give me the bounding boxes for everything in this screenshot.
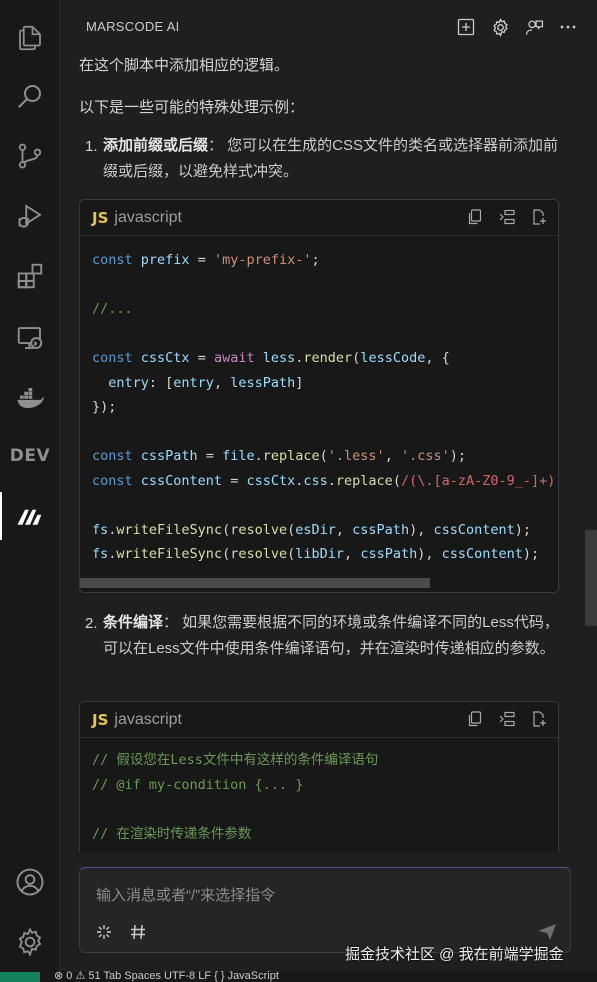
panel-header: MARSCODE AI [61,0,597,52]
code-line: entry: [entry, lessPath] [108,374,304,391]
code-line: const cssCtx = await less.render(lessCod… [92,350,450,366]
code-line: fs.writeFileSync(resolve(esDir, cssPath)… [92,521,532,538]
marscode-icon[interactable] [0,492,60,540]
hash-icon[interactable] [128,922,148,942]
settings-icon[interactable] [489,16,511,38]
list-item-title: 条件编译 [103,614,164,631]
chat-input-placeholder: 输入消息或者“/”来选择指令 [96,887,276,904]
code-language: javascript [114,710,182,728]
code-line: // @if my-condition {... } [92,776,304,793]
run-debug-icon[interactable] [0,192,60,240]
copy-icon[interactable] [466,208,484,226]
list-number: 1. [85,138,98,155]
status-bar: ⊗ 0 ⚠ 51 Tab Spaces UTF-8 LF { } JavaScr… [0,970,597,982]
new-chat-icon[interactable] [455,16,477,38]
code-block: JS javascript const prefix = 'my-prefix-… [79,199,559,593]
code-line: const cssContent = cssCtx.css.replace(/(… [92,472,556,489]
code-block: JS javascript // 假设您在Less文件中有这样的条件编译语句//… [79,701,559,852]
code-line: // 假设您在Less文件中有这样的条件编译语句 [92,752,379,768]
insert-icon[interactable] [498,710,516,728]
code-block-header: JS javascript [80,200,558,236]
list-item-title: 添加前缀或后缀 [103,137,209,154]
code-block-header: JS javascript [80,702,558,738]
remote-indicator[interactable] [0,972,40,982]
manage-gear-icon[interactable] [0,918,60,966]
new-file-icon[interactable] [530,710,548,728]
code-line: //... [92,301,133,317]
code-line: const prefix = 'my-prefix-'; [92,252,320,268]
chat-input[interactable]: 输入消息或者“/”来选择指令 [79,867,571,953]
list-item-text: ： 如果您需要根据不同的环境或条件编译不同的Less代码，可以在Less文件中使… [103,614,559,657]
code-body: // 假设您在Less文件中有这样的条件编译语句 // @if my-condit… [80,738,558,846]
list-item: 条件编译： 如果您需要根据不同的环境或条件编译不同的Less代码，可以在Less… [103,610,561,662]
code-language: javascript [114,208,182,226]
marscode-panel: MARSCODE AI 在这个脚本中添加相应的逻辑。 以下是一些可能的特殊处理示… [61,0,597,972]
extensions-icon[interactable] [0,252,60,300]
copy-icon[interactable] [466,710,484,728]
js-icon: JS [92,710,109,729]
js-icon: JS [92,208,109,227]
remote-explorer-icon[interactable] [0,314,60,362]
examples-text: 以下是一些可能的特殊处理示例： [79,99,305,116]
chat-content: 在这个脚本中添加相应的逻辑。 以下是一些可能的特殊处理示例： 1. 添加前缀或后… [61,52,597,852]
more-icon[interactable] [557,16,579,38]
list-number: 2. [85,615,98,632]
files-icon[interactable] [0,14,60,62]
panel-title: MARSCODE AI [86,18,180,34]
watermark: 掘金技术社区 @ 我在前端学掘金 [345,946,564,963]
dev-icon[interactable]: DEV [0,432,60,480]
code-line: fs.writeFileSync(resolve(libDir, cssPath… [92,546,540,562]
feedback-icon[interactable] [523,16,545,38]
code-line: }); [92,399,117,415]
list-item: 添加前缀或后缀： 您可以在生成的CSS文件的类名或选择器前添加前缀或后缀，以避免… [103,133,561,185]
docker-icon[interactable] [0,374,60,422]
send-icon[interactable] [536,922,558,942]
code-line: const cssPath = file.replace('.less', '.… [92,448,466,464]
search-icon[interactable] [0,72,60,120]
sparkle-icon[interactable] [94,922,114,942]
intro-text: 在这个脚本中添加相应的逻辑。 [79,57,290,74]
account-icon[interactable] [0,858,60,906]
horizontal-scrollbar[interactable] [80,578,430,588]
vertical-scrollbar[interactable] [585,530,597,626]
new-file-icon[interactable] [530,208,548,226]
activity-bar: DEV [0,0,60,972]
status-text: ⊗ 0 ⚠ 51 Tab Spaces UTF-8 LF { } JavaScr… [54,970,279,982]
code-body: const prefix = 'my-prefix-'; //... const… [80,236,558,567]
code-line: // 在渲染时传递条件参数 [92,825,252,842]
source-control-icon[interactable] [0,132,60,180]
insert-icon[interactable] [498,208,516,226]
